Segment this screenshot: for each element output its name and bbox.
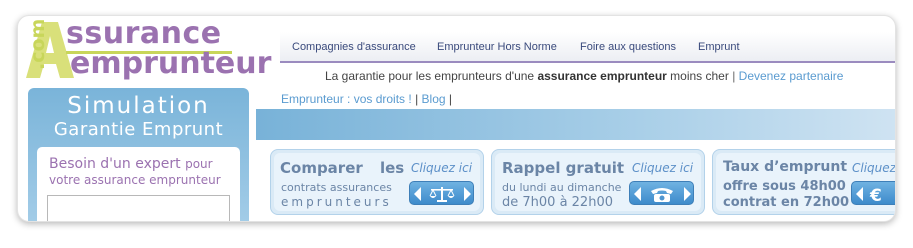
euro-icon: € <box>856 186 882 206</box>
phone-icon <box>634 187 691 202</box>
card-title: Comparer les <box>280 159 405 177</box>
card-line1: du lundi au dimanche <box>502 181 622 194</box>
nav-item-hors-norme[interactable]: Emprunteur Hors Norme <box>437 41 557 53</box>
tagline-separator: | <box>732 69 736 83</box>
card-line1: offre sous 48h00 <box>723 179 846 194</box>
links-separator-1: | <box>415 92 419 106</box>
expert-form-field[interactable] <box>47 195 230 221</box>
tagline-bold: assurance emprunteur <box>537 69 667 83</box>
expert-heading-small: pour <box>185 157 213 171</box>
nav-item-compagnies[interactable]: Compagnies d'assurance <box>292 41 416 53</box>
header-band <box>256 109 895 140</box>
card-line1: contrats assurances <box>281 181 392 194</box>
card-title: Taux d’emprunt <box>723 159 848 175</box>
card-cta[interactable]: Cliquez <box>852 161 895 175</box>
rate-button[interactable]: € <box>851 181 895 206</box>
nav-item-emprunt[interactable]: Emprunt <box>698 41 740 53</box>
tagline: La garantie pour les emprunteurs d'une a… <box>325 69 843 83</box>
tagline-text-before: La garantie pour les emprunteurs d'une <box>325 69 538 83</box>
card-line2: emprunteurs <box>281 195 392 209</box>
svg-text:€: € <box>869 186 882 206</box>
callback-card[interactable]: Rappel gratuit Cliquez ici du lundi au d… <box>491 149 705 215</box>
expert-box: Besoin d'un expert pour votre assurance … <box>37 147 240 221</box>
top-nav: Compagnies d'assurance Emprunteur Hors N… <box>280 32 895 63</box>
logo-domain: .com <box>27 19 49 70</box>
expert-heading-main: Besoin d'un expert <box>49 156 181 172</box>
links-separator-2: | <box>448 92 453 106</box>
card-cta[interactable]: Cliquez ici <box>411 161 472 175</box>
page-frame: ssurance emprunteur .com Compagnies d'as… <box>17 15 896 222</box>
simulation-title: Simulation <box>67 93 210 119</box>
callback-button[interactable] <box>629 181 694 205</box>
scales-icon <box>414 187 471 202</box>
logo-text-line2: emprunteur <box>70 46 272 81</box>
expert-heading: Besoin d'un expert pour <box>49 156 213 172</box>
card-title: Rappel gratuit <box>502 159 625 177</box>
card-line2: contrat en 72h00 <box>723 195 850 210</box>
rate-card[interactable]: Taux d’emprunt Cliquez offre sous 48h00 … <box>712 149 895 215</box>
expert-subheading: votre assurance emprunteur <box>49 173 221 187</box>
compare-button[interactable] <box>409 181 474 205</box>
card-line2: de 7h00 à 22h00 <box>502 195 613 210</box>
card-cta[interactable]: Cliquez ici <box>632 161 693 175</box>
tagline-text-after: moins cher <box>666 69 729 83</box>
partner-link[interactable]: Devenez partenaire <box>739 69 844 83</box>
site-logo[interactable]: ssurance emprunteur .com <box>22 18 271 80</box>
blog-link[interactable]: Blog <box>422 92 446 106</box>
nav-item-faq[interactable]: Foire aux questions <box>580 41 676 53</box>
logo-domain-text: .com <box>27 19 49 70</box>
simulation-subtitle: Garantie Emprunt <box>53 119 224 140</box>
compare-card[interactable]: Comparer les Cliquez ici contrats assura… <box>270 149 484 215</box>
rights-link[interactable]: Emprunteur : vos droits ! <box>281 92 412 106</box>
secondary-links: Emprunteur : vos droits ! | Blog | <box>281 92 452 106</box>
simulation-panel: Simulation Garantie Emprunt Besoin d'un … <box>28 88 249 221</box>
